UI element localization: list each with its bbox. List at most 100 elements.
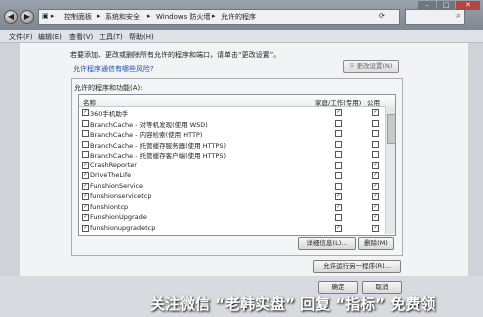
menu-tools[interactable]: 工具(T): [99, 32, 123, 42]
column-public[interactable]: 公用: [367, 97, 380, 107]
table-row[interactable]: ✓ DriveTheLife ✓: [79, 170, 395, 180]
minimize-button[interactable]: –: [418, 1, 436, 10]
search-input[interactable]: ⌕: [405, 9, 465, 25]
forward-button[interactable]: ▶: [20, 10, 34, 24]
remove-button[interactable]: 删除(M): [358, 237, 394, 250]
shield-icon: ⛨: [349, 62, 355, 70]
program-name: BranchCache - 托管缓存服务器(使用 HTTPS): [90, 141, 227, 150]
public-checkbox[interactable]: ✓: [372, 172, 379, 179]
table-row[interactable]: ✓ funshiontcp ✓ ✓: [79, 202, 395, 212]
public-checkbox[interactable]: [372, 140, 379, 148]
program-enable-checkbox[interactable]: ✓: [82, 182, 89, 190]
refresh-icon[interactable]: ⟳: [379, 12, 385, 20]
program-enable-checkbox[interactable]: ✓: [82, 161, 89, 169]
program-enable-checkbox[interactable]: [82, 140, 89, 148]
home-work-checkbox[interactable]: [335, 130, 342, 137]
column-name[interactable]: 名称: [83, 97, 96, 107]
column-home-work[interactable]: 家庭/工作(专用): [315, 97, 361, 107]
group-label: 允许的程序和功能(A):: [74, 84, 143, 92]
program-enable-checkbox[interactable]: [82, 130, 89, 137]
table-row[interactable]: ✓ CrashReporter ✓: [79, 160, 395, 170]
program-name: funshionupgradetcp: [90, 223, 156, 232]
home-work-checkbox[interactable]: [335, 140, 342, 148]
public-checkbox[interactable]: ✓: [372, 109, 379, 116]
home-work-checkbox[interactable]: [335, 214, 342, 221]
home-work-checkbox[interactable]: [335, 151, 342, 158]
program-enable-checkbox[interactable]: [82, 119, 89, 127]
public-checkbox[interactable]: ✓: [372, 214, 379, 221]
menu-file[interactable]: 文件(F): [9, 32, 33, 42]
details-button[interactable]: 详细信息(L)...: [298, 237, 356, 250]
scrollbar-thumb[interactable]: [387, 114, 395, 144]
back-button[interactable]: ◀: [4, 10, 18, 24]
program-name: DriveTheLife: [90, 171, 132, 179]
breadcrumb-allowed-programs[interactable]: 允许的程序: [221, 12, 256, 22]
program-name: FunshionService: [90, 181, 144, 190]
breadcrumb-separator-icon: ▸: [97, 12, 101, 20]
home-work-checkbox[interactable]: ✓: [335, 193, 342, 200]
address-bar[interactable]: ▣ ▸ 控制面板 ▸ 系统和安全 ▸ Windows 防火墙 ▸ 允许的程序 ⟳: [38, 9, 400, 25]
table-row[interactable]: BranchCache - 内容检索(使用 HTTP): [79, 128, 395, 139]
program-name: BranchCache - 对等机发现(使用 WSD): [90, 120, 208, 129]
close-button[interactable]: ✕: [456, 1, 480, 10]
menu-help[interactable]: 帮助(H): [129, 32, 154, 42]
home-work-checkbox[interactable]: [335, 161, 342, 169]
home-work-checkbox[interactable]: ✓: [335, 224, 342, 232]
program-name: funshiontcp: [90, 202, 129, 211]
maximize-button[interactable]: □: [437, 1, 455, 10]
program-name: FunshionUpgrade: [90, 213, 147, 221]
home-work-checkbox[interactable]: ✓: [335, 203, 342, 211]
public-checkbox[interactable]: ✓: [372, 161, 379, 169]
program-enable-checkbox[interactable]: ✓: [82, 214, 89, 221]
program-name: funshionservicetcp: [90, 192, 152, 200]
program-name: CrashReporter: [90, 160, 137, 169]
home-work-checkbox[interactable]: [335, 119, 342, 127]
program-enable-checkbox[interactable]: ✓: [82, 193, 89, 200]
public-checkbox[interactable]: [372, 151, 379, 158]
program-enable-checkbox[interactable]: ✓: [82, 109, 89, 116]
menu-bar: 文件(F) 编辑(E) 查看(V) 工具(T) 帮助(H): [0, 30, 483, 43]
intro-text: 若要添加、更改或删除所有允许的程序和端口，请单击“更改设置”。: [70, 51, 281, 59]
public-checkbox[interactable]: ✓: [372, 193, 379, 200]
breadcrumb-system-security[interactable]: 系统和安全: [105, 12, 140, 22]
table-row[interactable]: ✓ funshionservicetcp ✓ ✓: [79, 191, 395, 201]
table-row[interactable]: ✓ FunshionUpgrade ✓: [79, 212, 395, 222]
program-enable-checkbox[interactable]: [82, 151, 89, 158]
address-bar-area: ◀ ▶ ▣ ▸ 控制面板 ▸ 系统和安全 ▸ Windows 防火墙 ▸ 允许的…: [0, 0, 483, 30]
program-enable-checkbox[interactable]: ✓: [82, 172, 89, 179]
table-row[interactable]: ✓ FunshionService ✓: [79, 181, 395, 191]
menu-view[interactable]: 查看(V): [69, 32, 93, 42]
public-checkbox[interactable]: ✓: [372, 224, 379, 232]
program-enable-checkbox[interactable]: ✓: [82, 203, 89, 211]
home-work-checkbox[interactable]: [335, 182, 342, 190]
menu-edit[interactable]: 编辑(E): [38, 32, 62, 42]
programs-table: 名称 家庭/工作(专用) 公用 ✓ 360手机助手 ✓ ✓ BranchCache - …: [78, 94, 396, 236]
table-row[interactable]: ✓ 360手机助手 ✓ ✓: [79, 107, 395, 118]
breadcrumb-separator-icon: ▸: [147, 12, 151, 20]
breadcrumb-control-panel[interactable]: 控制面板: [64, 12, 92, 22]
table-row[interactable]: ✓ funshionupgradetcp ✓ ✓: [79, 223, 395, 233]
program-enable-checkbox[interactable]: ✓: [82, 224, 89, 232]
firewall-allowed-programs-window: ◀ ▶ ▣ ▸ 控制面板 ▸ 系统和安全 ▸ Windows 防火墙 ▸ 允许的…: [0, 0, 483, 317]
risk-link[interactable]: 允许程序通信有哪些风险?: [73, 64, 154, 74]
public-checkbox[interactable]: ✓: [372, 203, 379, 211]
folder-icon: ▣ ▸: [42, 12, 55, 20]
breadcrumb-separator-icon: ▸: [212, 12, 216, 20]
table-row[interactable]: BranchCache - 托管缓存客户端(使用 HTTPS): [79, 149, 395, 160]
program-name: 360手机助手: [90, 110, 129, 118]
table-scrollbar[interactable]: [385, 106, 395, 234]
public-checkbox[interactable]: [372, 119, 379, 127]
public-checkbox[interactable]: ✓: [372, 182, 379, 190]
table-row[interactable]: BranchCache - 对等机发现(使用 WSD): [79, 118, 395, 129]
breadcrumb-firewall[interactable]: Windows 防火墙: [156, 12, 210, 22]
allow-another-program-button[interactable]: 允许运行另一程序(R)...: [313, 260, 401, 273]
change-settings-label: 更改设置(N): [356, 62, 393, 70]
home-work-checkbox[interactable]: [335, 172, 342, 179]
table-row[interactable]: BranchCache - 托管缓存服务器(使用 HTTPS): [79, 139, 395, 150]
home-work-checkbox[interactable]: ✓: [335, 109, 342, 116]
program-name: BranchCache - 内容检索(使用 HTTP): [90, 131, 203, 139]
search-icon: ⌕: [455, 11, 461, 21]
watermark-text: 关注微信 “老韩实盘” 回复 “指标” 免费领: [150, 295, 436, 313]
change-settings-button: ⛨ 更改设置(N): [343, 60, 399, 73]
public-checkbox[interactable]: [372, 130, 379, 137]
